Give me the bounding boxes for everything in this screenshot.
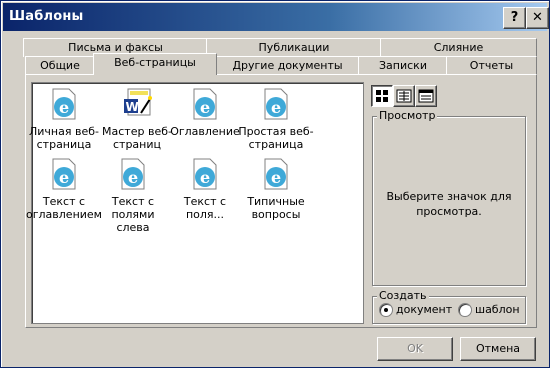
document-radio[interactable] [379, 303, 393, 317]
preview-group: Просмотр Выберите значок для просмотра. [372, 109, 526, 286]
template-list[interactable]: e Личная веб-страница W Мастер веб-стран… [26, 82, 364, 324]
details-view-icon [418, 89, 434, 103]
ie-document-icon: e [193, 88, 217, 120]
template-item[interactable]: e Типичные вопросы [238, 157, 314, 221]
template-item[interactable]: e Простая веб-страница [238, 87, 314, 151]
tab-label: Веб-страницы [114, 56, 196, 69]
svg-text:e: e [271, 98, 281, 117]
svg-text:e: e [200, 98, 210, 117]
preview-hint: Выберите значок для просмотра. [386, 190, 512, 218]
tab-publications[interactable]: Публикации [206, 38, 382, 57]
ok-button[interactable]: OK [377, 337, 453, 361]
templates-dialog: Шаблоны ? ✕ Письма и факсы Публикации Сл… [0, 0, 550, 368]
template-item[interactable]: e Текст с оглавлением [26, 157, 102, 221]
ie-document-icon: e [121, 158, 145, 190]
ie-document-icon: e [52, 88, 76, 120]
template-radio-label: шаблон [475, 303, 520, 316]
tab-label: Публикации [258, 41, 330, 54]
tab-general[interactable]: Общие [25, 56, 95, 75]
preview-legend: Просмотр [377, 109, 438, 122]
list-view-icon [396, 89, 412, 103]
cancel-button[interactable]: Отмена [460, 337, 536, 361]
template-label: Текст с оглавлением [26, 195, 102, 221]
template-item[interactable]: W Мастер веб-страниц [99, 87, 175, 151]
tab-label: Записки [379, 59, 427, 72]
ie-document-icon: e [264, 88, 288, 120]
svg-text:e: e [59, 98, 69, 117]
template-label: Типичные вопросы [247, 195, 305, 221]
template-label: Мастер веб-страниц [102, 125, 172, 151]
template-item[interactable]: e Текст с поля... [167, 157, 243, 221]
ie-document-icon: e [52, 158, 76, 190]
ie-document-icon: e [264, 158, 288, 190]
svg-text:e: e [271, 168, 281, 187]
tab-merge[interactable]: Слияние [380, 38, 537, 57]
tab-other-documents[interactable]: Другие документы [215, 56, 360, 75]
close-button[interactable]: ✕ [526, 7, 549, 29]
template-item[interactable]: e Оглавление [167, 87, 243, 138]
tab-label: Другие документы [232, 59, 343, 72]
tab-label: Слияние [433, 41, 484, 54]
template-label: Оглавление [170, 125, 240, 138]
word-wizard-icon: W [124, 88, 152, 116]
template-label: Текст с поля... [183, 195, 227, 221]
create-group: Создать документ шаблон [372, 289, 526, 324]
template-label: Личная веб-страница [29, 125, 99, 151]
template-radio[interactable] [458, 303, 472, 317]
details-view-button[interactable] [415, 85, 437, 107]
title-bar: Шаблоны ? ✕ [3, 3, 549, 31]
tab-label: Общие [40, 59, 80, 72]
document-radio-label: документ [396, 303, 453, 316]
template-item[interactable]: e Личная веб-страница [26, 87, 102, 151]
template-label: Текст с полями слева [111, 195, 155, 234]
template-item[interactable]: e Текст с полями слева [95, 157, 171, 234]
tab-reports[interactable]: Отчеты [446, 56, 537, 75]
svg-text:e: e [59, 168, 69, 187]
help-button[interactable]: ? [503, 7, 526, 29]
create-legend: Создать [377, 289, 429, 302]
tab-web-pages[interactable]: Веб-страницы [93, 53, 217, 75]
tab-label: Отчеты [469, 59, 514, 72]
tab-notes[interactable]: Записки [358, 56, 448, 75]
list-view-button[interactable] [393, 85, 415, 107]
svg-text:W: W [126, 100, 139, 114]
template-label: Простая веб-страница [238, 125, 314, 151]
large-icons-view-button[interactable] [371, 85, 393, 107]
svg-text:e: e [200, 168, 210, 187]
window-title: Шаблоны [9, 9, 84, 24]
large-icons-view-icon [376, 90, 388, 102]
ie-document-icon: e [193, 158, 217, 190]
svg-text:e: e [128, 168, 138, 187]
